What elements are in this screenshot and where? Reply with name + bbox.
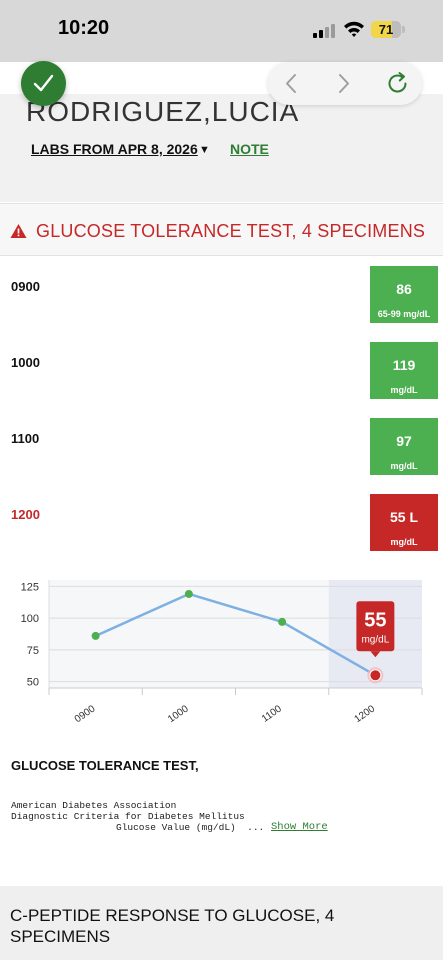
tooltip-unit: mg/dL [361, 634, 389, 645]
description-line: American Diabetes Association [11, 800, 177, 811]
status-bar: 10:20 71 [0, 0, 443, 62]
description-title: GLUCOSE TOLERANCE TEST, [11, 758, 199, 773]
y-tick-label: 125 [21, 581, 39, 593]
result-range: mg/dL [390, 385, 418, 395]
result-range: mg/dL [390, 461, 418, 471]
result-row[interactable]: 1200 55 L mg/dL [0, 494, 443, 554]
done-button[interactable] [21, 61, 66, 106]
data-point [184, 589, 193, 598]
data-point [278, 617, 287, 626]
result-time: 0900 [11, 279, 40, 294]
result-value: 97 [396, 433, 412, 449]
patient-name: RODRIGUEZ,LUCIA [26, 96, 300, 127]
result-row[interactable]: 1000 119 mg/dL [0, 342, 443, 402]
test-title: GLUCOSE TOLERANCE TEST, 4 SPECIMENS [36, 221, 426, 241]
refresh-icon [388, 72, 407, 93]
result-row[interactable]: 1100 97 mg/dL [0, 418, 443, 478]
result-row[interactable]: 0900 86 65-99 mg/dL [0, 266, 443, 326]
note-link[interactable]: NOTE [230, 141, 269, 157]
result-value-box[interactable]: 86 65-99 mg/dL [370, 266, 438, 323]
result-value-box[interactable]: 55 L mg/dL [370, 494, 438, 551]
y-tick-label: 50 [27, 677, 39, 689]
x-tick-label: 1100 [260, 703, 284, 725]
result-value-box[interactable]: 119 mg/dL [370, 342, 438, 399]
data-point [369, 669, 382, 682]
result-value: 119 [392, 357, 416, 373]
data-point [91, 631, 100, 640]
result-time: 1100 [11, 431, 40, 446]
cellular-signal-icon [313, 24, 337, 38]
x-tick-label: 0900 [73, 703, 98, 725]
chevron-left-icon [286, 74, 296, 93]
description-line: Glucose Value (mg/dL) ... [116, 822, 265, 833]
result-time: 1200 [11, 507, 40, 522]
battery-percent: 71 [378, 22, 394, 37]
battery-icon: 71 [371, 21, 405, 38]
refresh-button[interactable] [378, 62, 418, 105]
result-value-box[interactable]: 97 mg/dL [370, 418, 438, 475]
navigation-controls [268, 62, 422, 105]
result-time: 1000 [11, 355, 40, 370]
result-value: 55 L [389, 509, 418, 525]
show-more-link[interactable]: Show More [271, 821, 328, 833]
result-value: 86 [396, 281, 412, 297]
y-tick-label: 75 [27, 645, 39, 657]
description-line: Diagnostic Criteria for Diabetes Mellitu… [11, 811, 245, 822]
chevron-right-icon [339, 74, 349, 93]
status-time: 10:20 [58, 17, 110, 39]
next-test-section[interactable]: C-PEPTIDE RESPONSE TO GLUCOSE, 4 SPECIME… [0, 886, 443, 960]
forward-button[interactable] [324, 62, 364, 105]
next-test-title: C-PEPTIDE RESPONSE TO GLUCOSE, 4 SPECIME… [10, 906, 335, 946]
warning-icon [10, 224, 27, 238]
checkmark-icon [33, 74, 54, 92]
test-header-bar[interactable]: GLUCOSE TOLERANCE TEST, 4 SPECIMENS [0, 203, 443, 256]
x-tick-label: 1000 [166, 703, 191, 725]
glucose-trend-chart[interactable]: 125 100 75 50 0900 1000 1100 1200 55 mg/dL [0, 566, 443, 736]
x-tick-label: 1200 [353, 703, 378, 725]
caret-down-icon[interactable]: ▼ [199, 144, 210, 156]
back-button[interactable] [271, 62, 311, 105]
tooltip-value: 55 [364, 609, 386, 631]
wifi-icon [344, 21, 364, 37]
labs-date-selector[interactable]: LABS FROM APR 8, 2026 [31, 141, 198, 157]
result-range: mg/dL [390, 537, 418, 547]
result-range: 65-99 mg/dL [377, 309, 431, 319]
y-tick-label: 100 [21, 613, 39, 625]
